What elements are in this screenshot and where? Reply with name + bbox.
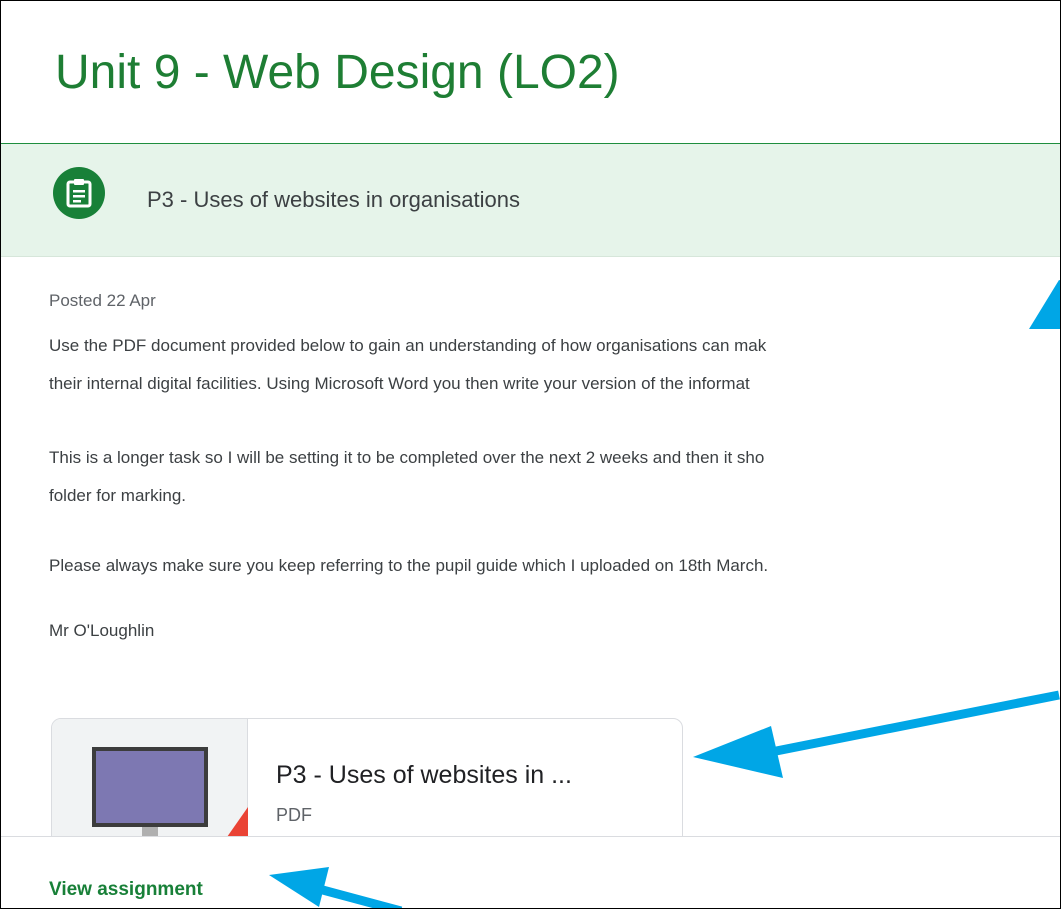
instructions-paragraph-2: This is a longer task so I will be setti… bbox=[49, 439, 764, 515]
document-thumbnail-icon bbox=[92, 747, 208, 827]
assignment-title[interactable]: P3 - Uses of websites in organisations bbox=[147, 187, 520, 213]
attachment-title[interactable]: P3 - Uses of websites in ... bbox=[276, 761, 572, 790]
instructions-paragraph-1: Use the PDF document provided below to g… bbox=[49, 327, 766, 403]
paragraph-line: Use the PDF document provided below to g… bbox=[49, 336, 767, 355]
paragraph-line: their internal digital facilities. Using… bbox=[49, 374, 750, 393]
posted-date: Posted 22 Apr bbox=[49, 291, 156, 310]
teacher-signature: Mr O'Loughlin bbox=[49, 621, 155, 640]
stream-post-card: Unit 9 - Web Design (LO2) P3 - Uses of w… bbox=[0, 0, 1061, 909]
paragraph-line: folder for marking. bbox=[49, 486, 186, 505]
view-assignment-link[interactable]: View assignment bbox=[49, 879, 203, 901]
arrow-attachment-icon bbox=[760, 690, 1060, 759]
arrow-attachment-head-icon bbox=[693, 726, 783, 778]
assignment-icon bbox=[53, 167, 105, 219]
arrow-up-icon bbox=[1029, 280, 1060, 329]
instructions-paragraph-3: Please always make sure you keep referri… bbox=[49, 556, 769, 575]
class-title: Unit 9 - Web Design (LO2) bbox=[55, 46, 620, 99]
attachment-type: PDF bbox=[276, 805, 312, 825]
paragraph-line: This is a longer task so I will be setti… bbox=[49, 448, 765, 467]
